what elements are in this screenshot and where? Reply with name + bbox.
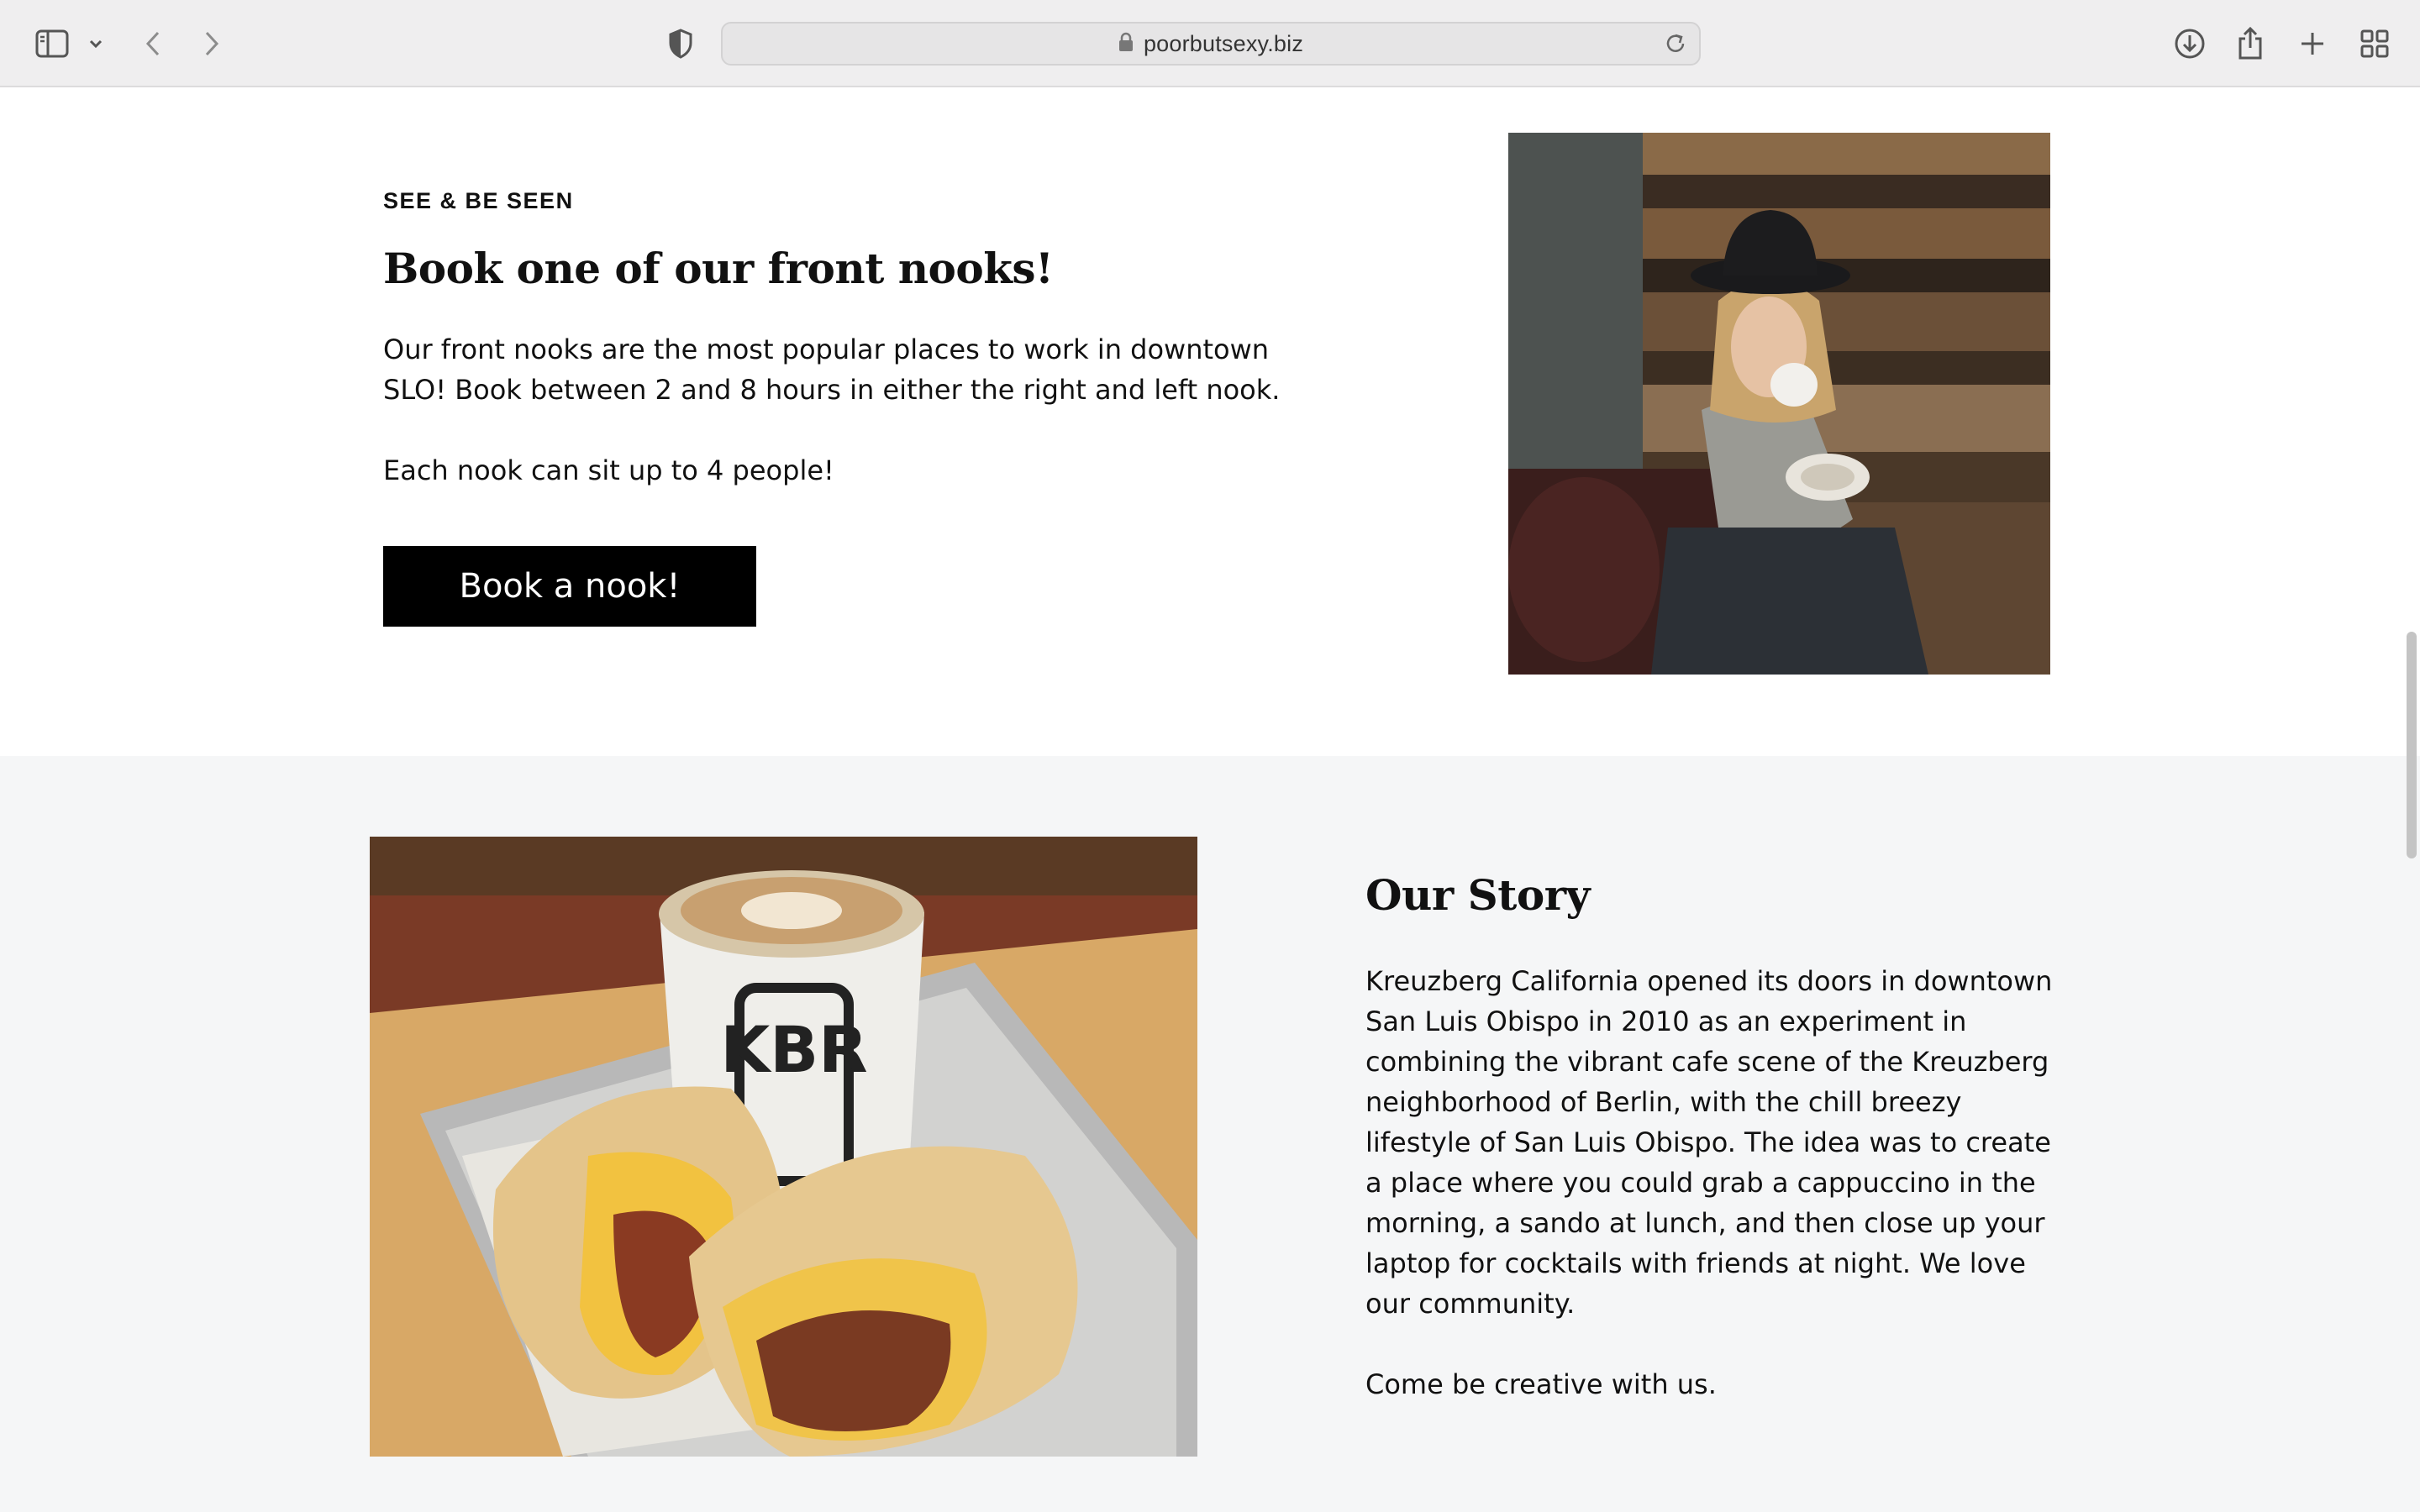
photo-woman-drinking-coffee [1508, 133, 2050, 675]
story-section: KBR Our Story Kreuzberg California opene… [0, 756, 2420, 1512]
browser-toolbar: poorbutsexy.biz [0, 0, 2420, 87]
url-text: poorbutsexy.biz [1143, 30, 1304, 56]
sidebar-icon[interactable] [32, 25, 72, 62]
story-description: Kreuzberg California opened its doors in… [1365, 965, 2053, 1320]
reload-icon[interactable] [1664, 32, 1687, 60]
plus-icon[interactable] [2296, 25, 2329, 62]
story-heading: Our Story [1365, 870, 1591, 920]
download-icon[interactable] [2171, 25, 2208, 62]
chevron-left-icon[interactable] [139, 25, 166, 62]
page-scrollbar[interactable] [2407, 632, 2417, 858]
story-tagline: Come be creative with us. [1365, 1368, 1717, 1400]
nook-heading: Book one of our front nooks! [383, 244, 1054, 293]
nook-capacity-text: Each nook can sit up to 4 people! [383, 454, 834, 486]
nook-section: SEE & BE SEEN Book one of our front nook… [0, 89, 2420, 756]
lock-icon [1118, 32, 1134, 56]
shield-icon[interactable] [664, 25, 697, 62]
share-icon[interactable] [2233, 25, 2267, 62]
chevron-down-icon[interactable] [86, 25, 106, 62]
section-eyebrow: SEE & BE SEEN [383, 188, 574, 213]
cup-lettering: KBR [720, 1012, 867, 1087]
chevron-right-icon[interactable] [198, 25, 225, 62]
book-nook-button[interactable]: Book a nook! [383, 546, 756, 627]
grid-icon[interactable] [2358, 25, 2391, 62]
photo-burrito-and-latte: KBR [370, 837, 1197, 1457]
page-content: SEE & BE SEEN Book one of our front nook… [0, 89, 2420, 1512]
address-bar[interactable]: poorbutsexy.biz [721, 22, 1701, 66]
nook-description: Our front nooks are the most popular pla… [383, 333, 1281, 406]
